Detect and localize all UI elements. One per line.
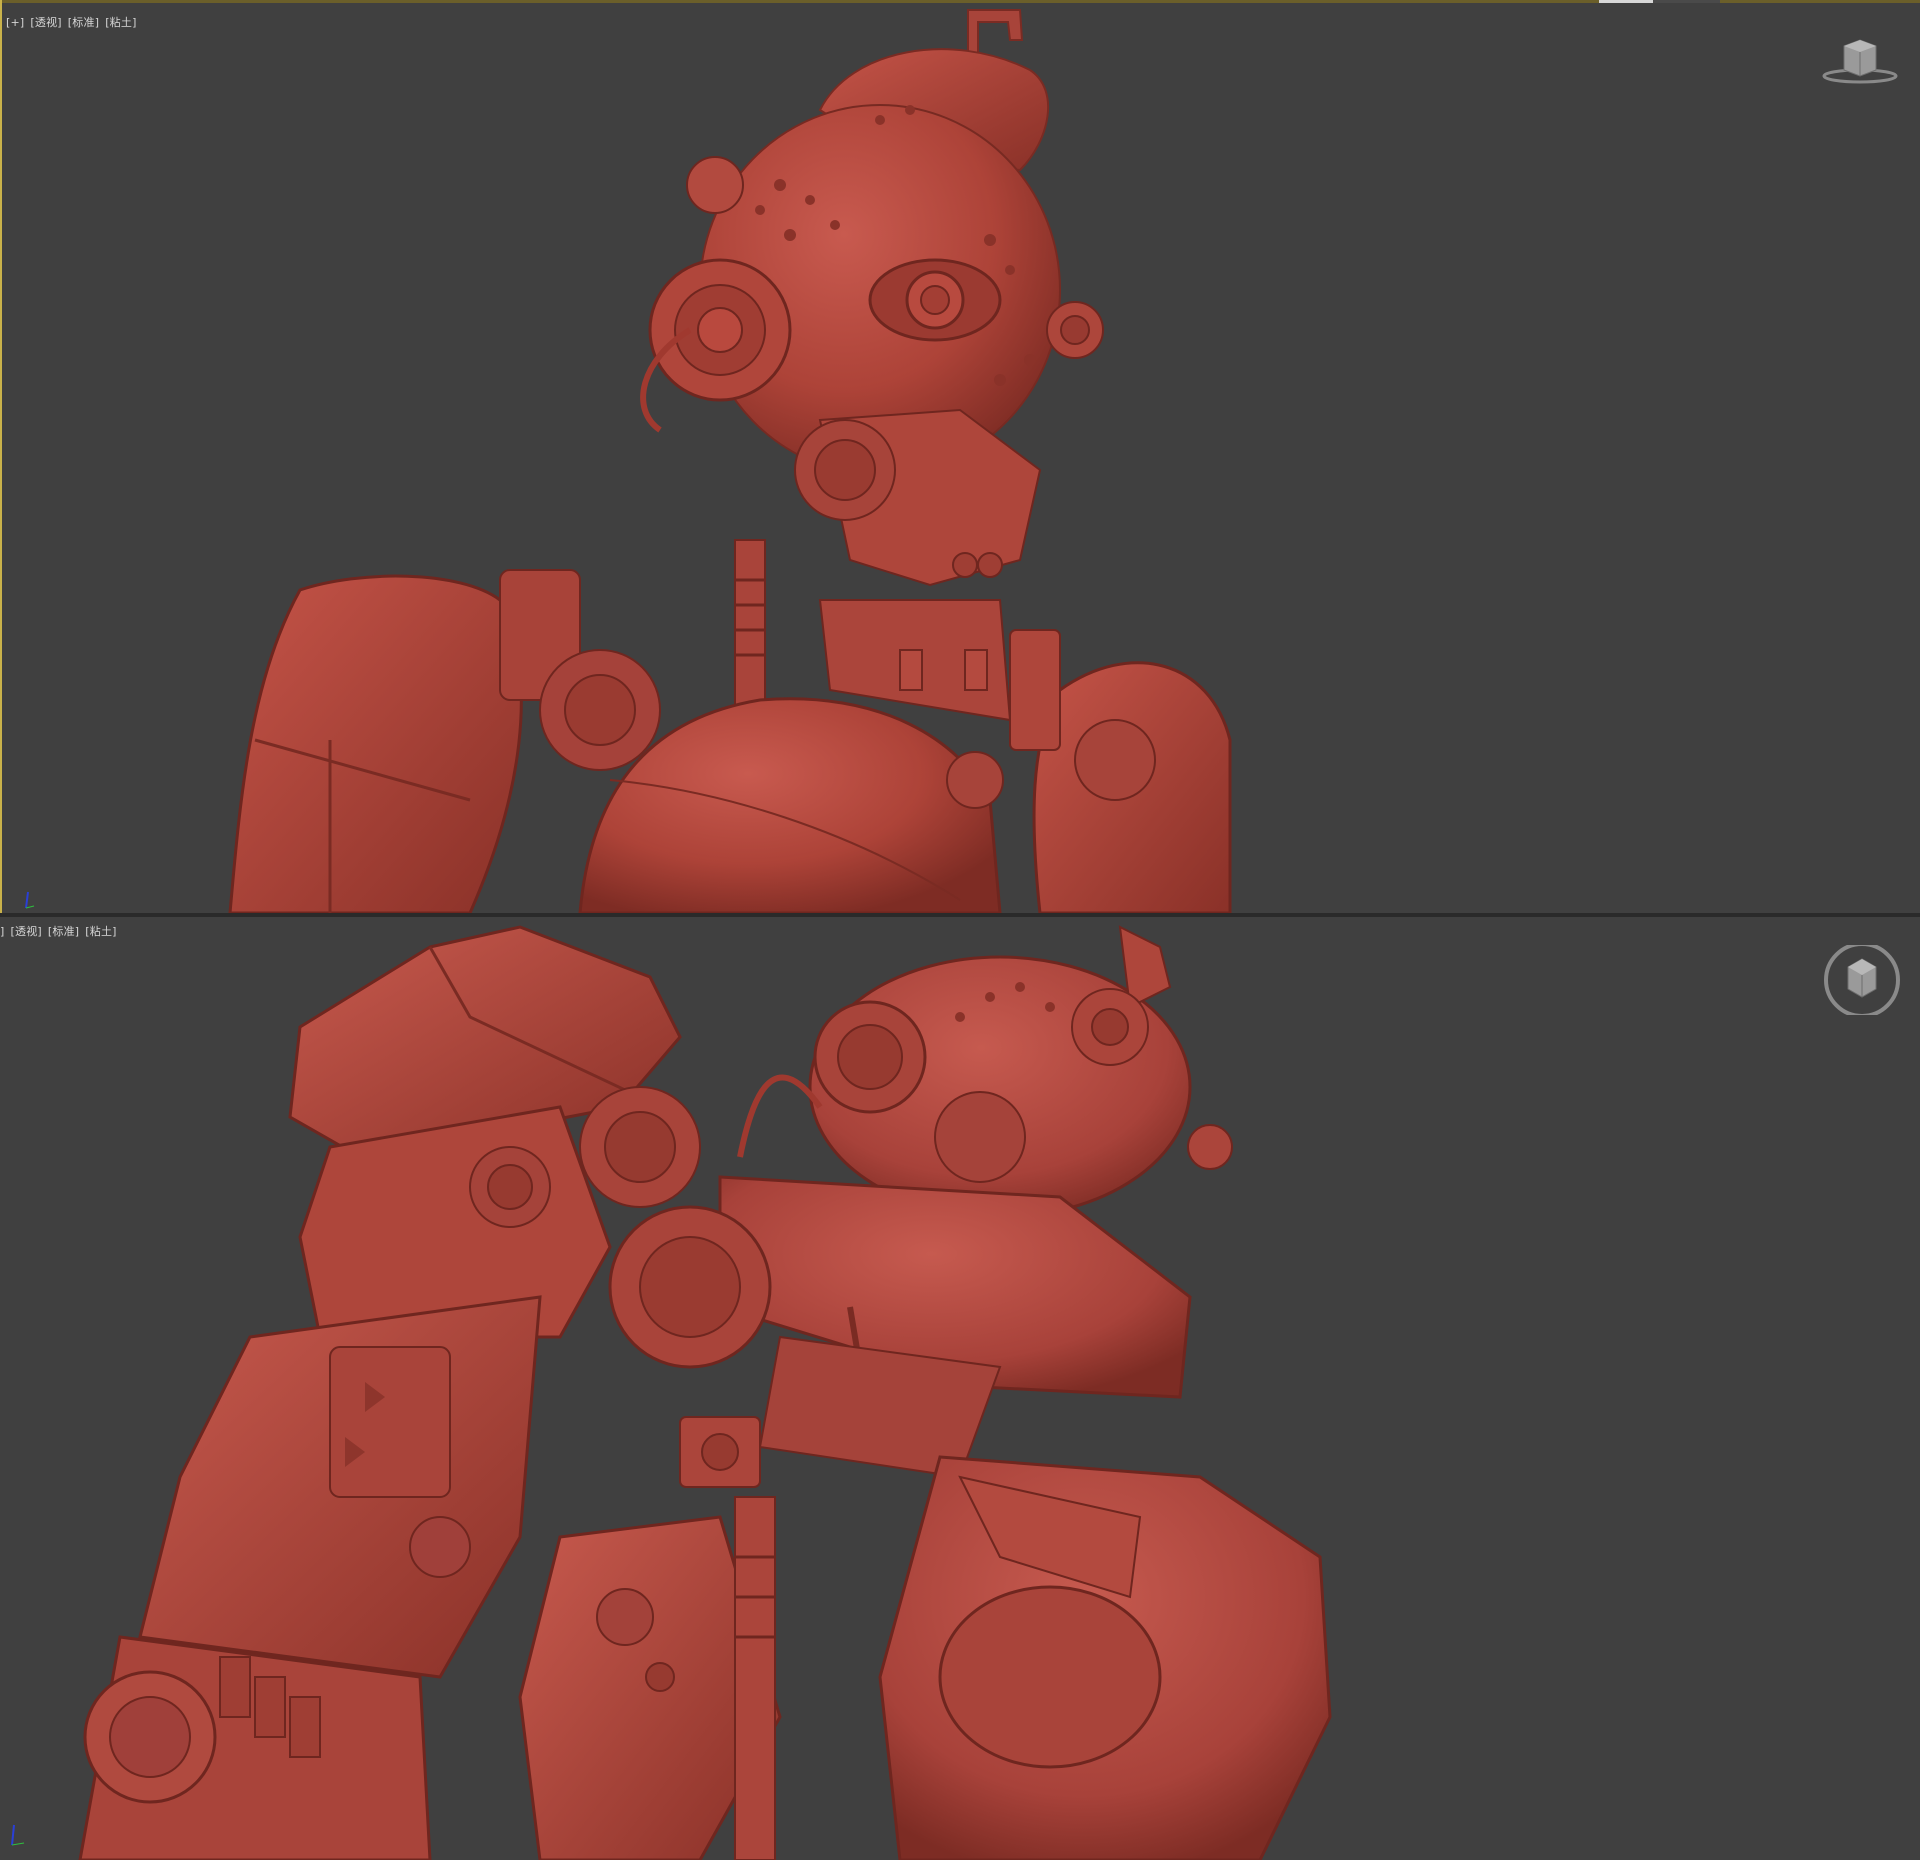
robot-model-render-top[interactable]: [0, 0, 1920, 913]
viewcube-icon[interactable]: [1820, 36, 1900, 90]
viewcube-icon[interactable]: [1820, 942, 1904, 1019]
viewport-perspective-bottom[interactable]: ] [透视] [标准] [粘土]: [0, 917, 1920, 1860]
axis-tripod-icon: [6, 1817, 30, 1851]
axis-tripod-icon: [20, 888, 40, 913]
viewport-perspective-top[interactable]: [+] [透视] [标准] [粘土]: [0, 0, 1920, 913]
robot-model-render-bottom[interactable]: [0, 917, 1920, 1860]
